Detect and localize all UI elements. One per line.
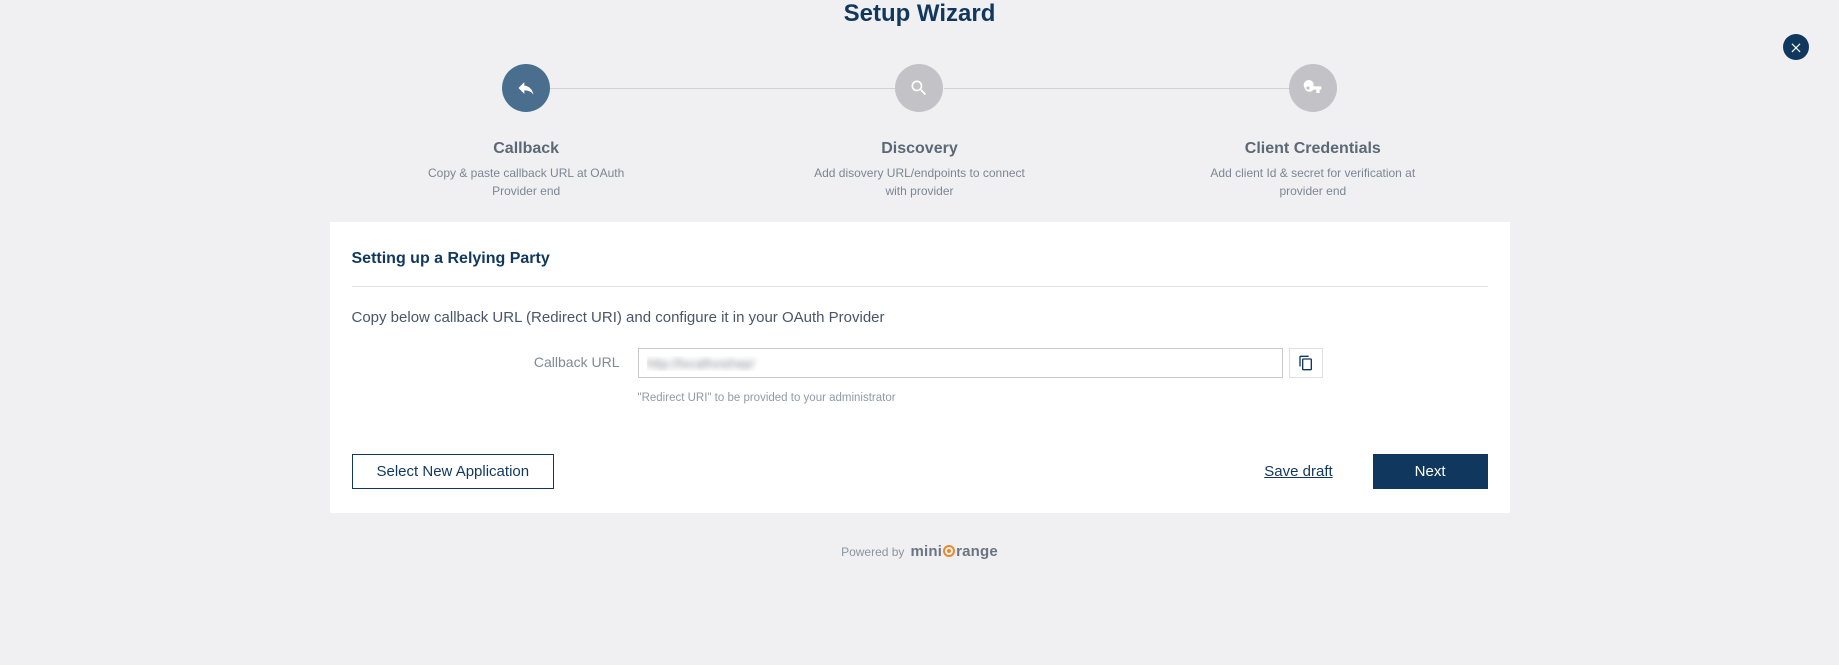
panel-actions: Select New Application Save draft Next bbox=[352, 454, 1488, 489]
callback-url-row: Callback URL bbox=[352, 348, 1488, 378]
setup-panel: Setting up a Relying Party Copy below ca… bbox=[330, 222, 1510, 513]
step-circle bbox=[895, 64, 943, 112]
copy-button[interactable] bbox=[1289, 348, 1323, 378]
step-circle bbox=[502, 64, 550, 112]
brand-suffix: range bbox=[956, 543, 998, 560]
step-discovery: Discovery Add disovery URL/endpoints to … bbox=[723, 64, 1116, 200]
callback-url-input[interactable] bbox=[638, 348, 1283, 378]
panel-instruction: Copy below callback URL (Redirect URI) a… bbox=[352, 309, 1488, 326]
step-callback: Callback Copy & paste callback URL at OA… bbox=[330, 64, 723, 200]
reply-arrow-icon bbox=[516, 78, 536, 98]
copy-icon bbox=[1298, 355, 1314, 371]
step-desc: Add disovery URL/endpoints to connect wi… bbox=[809, 164, 1029, 200]
step-title: Discovery bbox=[723, 140, 1116, 158]
step-client-credentials: Client Credentials Add client Id & secre… bbox=[1116, 64, 1509, 200]
key-icon bbox=[1303, 78, 1323, 98]
footer: Powered by mini range bbox=[0, 543, 1839, 560]
save-draft-link[interactable]: Save draft bbox=[1264, 463, 1332, 480]
step-title: Client Credentials bbox=[1116, 140, 1509, 158]
step-connector bbox=[944, 88, 1289, 89]
step-title: Callback bbox=[330, 140, 723, 158]
brand-prefix: mini bbox=[910, 543, 942, 560]
powered-by-text: Powered by bbox=[841, 545, 904, 559]
brand-o-icon bbox=[943, 545, 955, 557]
close-button[interactable] bbox=[1783, 34, 1809, 60]
step-connector bbox=[550, 88, 895, 89]
search-icon bbox=[909, 78, 929, 98]
step-circle bbox=[1289, 64, 1337, 112]
close-icon bbox=[1789, 40, 1803, 54]
panel-heading: Setting up a Relying Party bbox=[352, 250, 1488, 287]
callback-url-label: Callback URL bbox=[352, 348, 638, 370]
wizard-steps: Callback Copy & paste callback URL at OA… bbox=[330, 64, 1510, 200]
brand-logo: mini range bbox=[910, 543, 998, 560]
step-desc: Add client Id & secret for verification … bbox=[1203, 164, 1423, 200]
select-new-application-button[interactable]: Select New Application bbox=[352, 454, 555, 489]
page-title: Setup Wizard bbox=[0, 0, 1839, 28]
next-button[interactable]: Next bbox=[1373, 454, 1488, 489]
step-desc: Copy & paste callback URL at OAuth Provi… bbox=[416, 164, 636, 200]
callback-url-help: "Redirect URI" to be provided to your ad… bbox=[638, 388, 1488, 404]
